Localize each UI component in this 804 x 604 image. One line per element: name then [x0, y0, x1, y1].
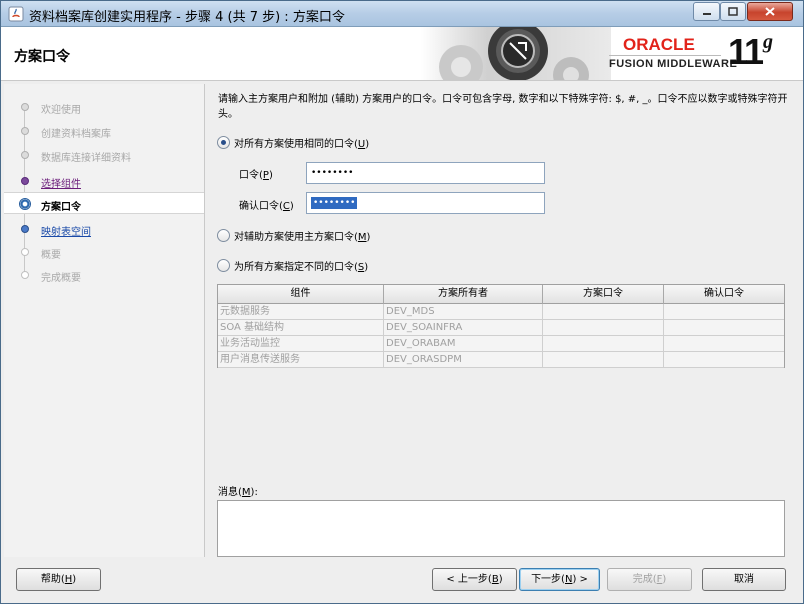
table-header: 组件 方案所有者 方案口令 确认口令 [218, 285, 784, 304]
table-row: 业务活动监控 DEV_ORABAM [218, 336, 784, 352]
table-row: 用户消息传送服务 DEV_ORASDPM [218, 352, 784, 368]
version-number: 11 [728, 31, 764, 72]
nav-step-label: 完成概要 [41, 273, 81, 284]
instructions-text: 请输入主方案用户和附加 (辅助) 方案用户的口令。口令可包含字母, 数字和以下特… [218, 94, 788, 120]
schema-password-table: 组件 方案所有者 方案口令 确认口令 元数据服务 DEV_MDS SOA 基础结… [217, 284, 785, 368]
table-cell [664, 336, 784, 352]
java-app-icon [8, 6, 24, 22]
header-banner: 方案口令 ORACLE FUSION MIDDLEWARE 11 g [1, 27, 803, 81]
table-cell [543, 352, 664, 368]
radio-aux-use-main[interactable]: 对辅助方案使用主方案口令(M) [217, 228, 370, 243]
radio-button[interactable] [217, 229, 230, 242]
window-title: 资料档案库创建实用程序 - 步骤 4 (共 7 步) : 方案口令 [29, 10, 345, 25]
table-row: 元数据服务 DEV_MDS [218, 304, 784, 320]
radio-different-passwords[interactable]: 为所有方案指定不同的口令(S) [217, 258, 368, 273]
finish-button[interactable]: 完成(F) [607, 568, 692, 591]
step-marker [21, 103, 29, 111]
column-header-schema-password[interactable]: 方案口令 [543, 285, 664, 304]
back-button[interactable]: < 上一步(B) [432, 568, 517, 591]
step-marker [21, 127, 29, 135]
version-suffix: g [763, 31, 773, 53]
main-panel: 请输入主方案用户和附加 (辅助) 方案用户的口令。口令可包含字母, 数字和以下特… [206, 84, 800, 557]
nav-step-db-connection: 数据库连接详细资料 [4, 144, 204, 166]
gears-graphic [421, 27, 611, 80]
table-cell: 用户消息传送服务 [218, 352, 384, 368]
nav-step-welcome: 欢迎使用 [4, 96, 204, 118]
table-cell: DEV_ORABAM [384, 336, 543, 352]
nav-step-label: 欢迎使用 [41, 105, 81, 116]
step-marker [21, 271, 29, 279]
step-marker [21, 248, 29, 256]
table-cell: DEV_MDS [384, 304, 543, 320]
nav-step-schema-passwords: 方案口令 [4, 192, 204, 214]
radio-button[interactable] [217, 136, 230, 149]
confirm-password-field[interactable]: •••••••• [306, 192, 545, 214]
close-icon [765, 7, 775, 16]
table-cell: 业务活动监控 [218, 336, 384, 352]
current-step-marker [19, 198, 31, 210]
minimize-button[interactable] [693, 2, 720, 21]
fusion-middleware-text: FUSION MIDDLEWARE [609, 58, 738, 70]
selected-text: •••••••• [311, 197, 358, 209]
nav-step-summary: 概要 [4, 241, 204, 263]
close-button[interactable] [747, 2, 793, 21]
column-header-component[interactable]: 组件 [218, 285, 384, 304]
nav-step-label[interactable]: 选择组件 [41, 175, 81, 190]
next-button[interactable]: 下一步(N) > [519, 568, 600, 591]
table-cell [543, 336, 664, 352]
oracle-logo: ORACLE [623, 35, 695, 54]
nav-step-label: 概要 [41, 250, 61, 261]
radio-same-password[interactable]: 对所有方案使用相同的口令(U) [217, 135, 369, 150]
table-cell: SOA 基础结构 [218, 320, 384, 336]
table-cell [664, 320, 784, 336]
cancel-button[interactable]: 取消 [702, 568, 786, 591]
maximize-icon [728, 7, 738, 16]
radio-button[interactable] [217, 259, 230, 272]
radio-label[interactable]: 对辅助方案使用主方案口令(M) [234, 228, 370, 243]
nav-step-label[interactable]: 映射表空间 [41, 223, 91, 238]
minimize-icon [702, 12, 711, 15]
radio-label[interactable]: 为所有方案指定不同的口令(S) [234, 258, 368, 273]
maximize-button[interactable] [720, 2, 746, 21]
column-header-confirm-password[interactable]: 确认口令 [664, 285, 784, 304]
step-marker [21, 177, 29, 185]
radio-label[interactable]: 对所有方案使用相同的口令(U) [234, 135, 369, 150]
nav-step-completion-summary: 完成概要 [4, 264, 204, 286]
table-cell: DEV_SOAINFRA [384, 320, 543, 336]
table-cell [664, 352, 784, 368]
nav-step-label: 方案口令 [41, 202, 81, 213]
table-cell: 元数据服务 [218, 304, 384, 320]
table-cell: DEV_ORASDPM [384, 352, 543, 368]
column-header-schema-owner[interactable]: 方案所有者 [384, 285, 543, 304]
step-marker [21, 151, 29, 159]
table-cell [543, 304, 664, 320]
nav-step-label: 数据库连接详细资料 [41, 153, 131, 164]
table-cell [543, 320, 664, 336]
step-navigation: 欢迎使用 创建资料档案库 数据库连接详细资料 选择组件 方案口令 映射表空间 概… [4, 84, 205, 557]
password-label: 口令(P) [239, 170, 273, 181]
password-field[interactable]: •••••••• [306, 162, 545, 184]
table-row: SOA 基础结构 DEV_SOAINFRA [218, 320, 784, 336]
messages-label: 消息(M): [218, 487, 258, 498]
messages-area[interactable] [217, 500, 785, 557]
help-button[interactable]: 帮助(H) [16, 568, 101, 591]
table-cell [664, 304, 784, 320]
nav-step-select-components[interactable]: 选择组件 [4, 170, 204, 192]
nav-step-map-tablespaces[interactable]: 映射表空间 [4, 218, 204, 240]
title-bar[interactable]: 资料档案库创建实用程序 - 步骤 4 (共 7 步) : 方案口令 [1, 1, 803, 27]
confirm-password-label: 确认口令(C) [239, 201, 294, 212]
installer-window: 资料档案库创建实用程序 - 步骤 4 (共 7 步) : 方案口令 方案口令 O… [0, 0, 804, 604]
nav-step-create-repository: 创建资料档案库 [4, 120, 204, 142]
step-marker [21, 225, 29, 233]
page-title: 方案口令 [14, 49, 70, 65]
logo-divider [609, 55, 721, 56]
nav-step-label: 创建资料档案库 [41, 129, 111, 140]
